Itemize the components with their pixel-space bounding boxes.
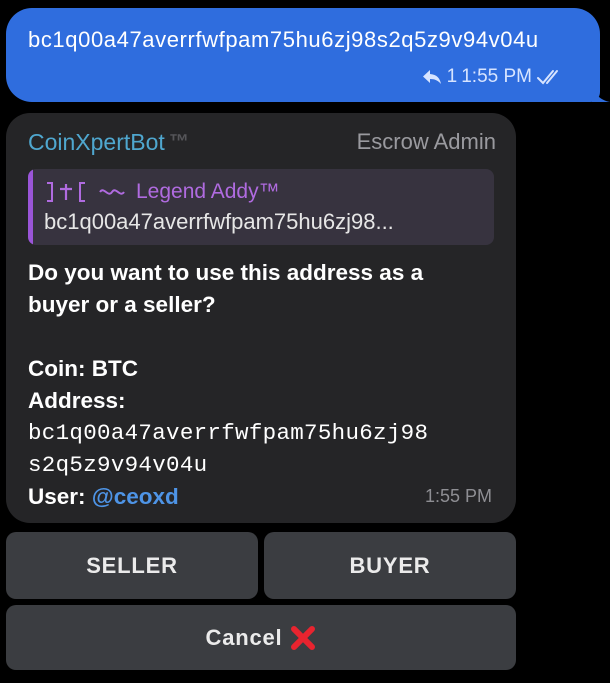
outgoing-message-bubble[interactable]: bc1q00a47averrfwfpam75hu6zj98s2q5z9v94v0… xyxy=(6,8,610,102)
reply-arrow-icon xyxy=(422,70,441,84)
address-label: Address: xyxy=(28,388,126,413)
reply-accent-bar xyxy=(28,169,33,245)
seller-button[interactable]: SELLER xyxy=(6,532,258,599)
bubble-tail xyxy=(592,84,610,102)
admin-role-badge: Escrow Admin xyxy=(356,129,496,154)
address-line-1[interactable]: bc1q00a47averrfwfpam75hu6zj98 xyxy=(28,417,496,449)
swirl-ornament-icon xyxy=(99,189,125,195)
user-label: User: xyxy=(28,484,92,509)
reply-count: 1 xyxy=(446,66,458,87)
sender-row: CoinXpertBot ™ Escrow Admin xyxy=(28,127,496,157)
sender-name-text: CoinXpertBot xyxy=(28,128,165,155)
buyer-button[interactable]: BUYER xyxy=(264,532,516,599)
double-check-icon xyxy=(537,70,558,85)
quoted-reply-author: Legend Addy™ xyxy=(44,177,484,207)
cancel-button-label: Cancel xyxy=(205,624,283,650)
outgoing-message-text: bc1q00a47averrfwfpam75hu6zj98s2q5z9v94v0… xyxy=(28,27,539,52)
coin-label: Coin: BTC xyxy=(28,356,138,381)
quoted-reply[interactable]: Legend Addy™ bc1q00a47averrfwfpam75hu6zj… xyxy=(28,169,494,245)
buyer-button-label: BUYER xyxy=(349,552,431,578)
sender-suffix: ™ xyxy=(168,130,189,153)
message-body: Do you want to use this address as a buy… xyxy=(28,257,496,513)
outgoing-time: 1:55 PM xyxy=(461,66,532,87)
quoted-reply-text: bc1q00a47averrfwfpam75hu6zj98... xyxy=(44,209,394,234)
quoted-reply-author-text: Legend Addy™ xyxy=(136,180,280,203)
question-line-1: Do you want to use this address as a xyxy=(28,260,424,285)
cancel-button[interactable]: Cancel xyxy=(6,605,516,670)
question-line-2: buyer or a seller? xyxy=(28,292,216,317)
seller-button-label: SELLER xyxy=(86,552,178,578)
user-mention-link[interactable]: @ceoxd xyxy=(92,484,179,509)
cross-emblem-icon xyxy=(47,182,85,202)
incoming-time: 1:55 PM xyxy=(424,486,492,506)
incoming-message-bubble[interactable]: CoinXpertBot ™ Escrow Admin Legend Addy™… xyxy=(6,113,516,523)
sender-name[interactable]: CoinXpertBot ™ xyxy=(28,129,189,156)
outgoing-message-meta: 1 1:55 PM xyxy=(421,66,564,88)
address-line-2[interactable]: s2q5z9v94v04u xyxy=(28,449,496,481)
red-x-icon xyxy=(291,625,316,650)
